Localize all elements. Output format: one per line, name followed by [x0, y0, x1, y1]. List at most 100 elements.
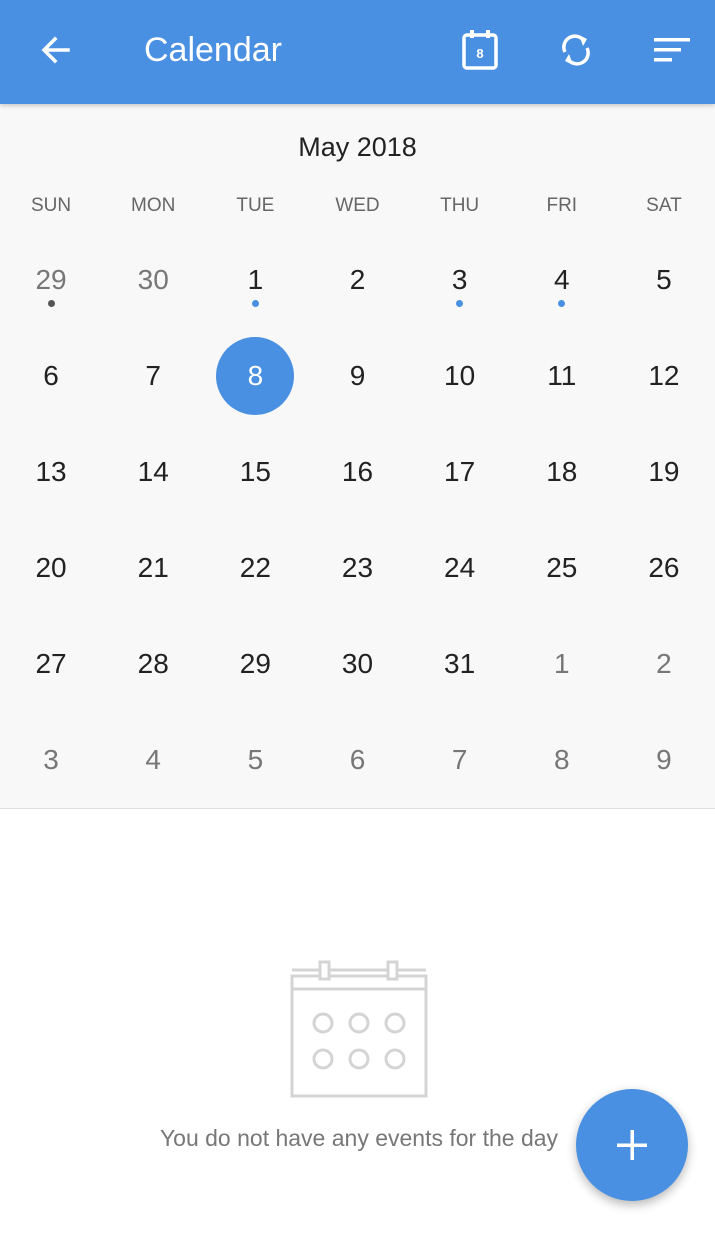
day-number: 29	[239, 648, 271, 679]
day-number: 3	[451, 264, 468, 295]
day-number: 8	[247, 360, 264, 391]
weekday-label: THU	[440, 195, 480, 216]
day-cell[interactable]: 1	[511, 616, 613, 712]
day-cell[interactable]: 29	[204, 616, 306, 712]
weekday-label: SAT	[646, 195, 682, 216]
day-number: 4	[145, 744, 161, 775]
day-number: 30	[341, 648, 374, 679]
weekday-header: SUN MON TUE WED THU FRI SAT	[0, 194, 715, 218]
day-number: 11	[547, 360, 577, 391]
event-indicator-dot	[47, 300, 55, 307]
day-number: 4	[553, 264, 570, 295]
day-cell[interactable]: 21	[102, 520, 204, 616]
day-cell[interactable]: 14	[102, 424, 204, 520]
day-number: 10	[444, 360, 476, 391]
plus-icon	[617, 1130, 647, 1160]
day-cell[interactable]: 11	[511, 328, 613, 424]
day-cell[interactable]: 12	[613, 328, 715, 424]
day-number: 21	[137, 552, 169, 583]
day-number: 26	[648, 552, 680, 583]
day-cell[interactable]: 27	[0, 616, 102, 712]
weekday-label: FRI	[546, 195, 578, 216]
add-event-button[interactable]	[576, 1089, 688, 1201]
day-number: 15	[239, 456, 271, 487]
back-button[interactable]	[28, 22, 84, 78]
selected-day-cell[interactable]: 8	[204, 328, 306, 424]
day-cell[interactable]: 4	[102, 712, 204, 808]
day-cell[interactable]: 6	[0, 328, 102, 424]
day-number: 25	[546, 552, 578, 583]
day-number: 6	[349, 744, 366, 775]
day-cell[interactable]: 26	[613, 520, 715, 616]
day-number: 5	[656, 264, 672, 295]
day-cell[interactable]: 9	[613, 712, 715, 808]
day-cell[interactable]: 7	[409, 712, 511, 808]
day-number: 7	[145, 360, 161, 391]
day-cell[interactable]: 4	[511, 232, 613, 328]
today-number: 8	[476, 46, 483, 61]
day-number: 12	[648, 360, 680, 391]
day-number: 14	[137, 456, 169, 487]
day-cell[interactable]: 15	[204, 424, 306, 520]
day-cell[interactable]: 18	[511, 424, 613, 520]
day-number: 9	[349, 360, 366, 391]
month-calendar: May 2018 SUN MON TUE WED THU FRI SAT 29 30 1 2 3 4 5…	[0, 104, 715, 809]
day-cell[interactable]: 5	[613, 232, 715, 328]
sync-icon	[562, 34, 590, 66]
day-number: 28	[137, 648, 169, 679]
day-cell[interactable]: 22	[204, 520, 306, 616]
day-number: 23	[341, 552, 374, 583]
weekday-label: MON	[131, 195, 176, 216]
page-title: Calendar	[144, 31, 282, 69]
event-indicator-dot	[456, 300, 464, 307]
day-cell[interactable]: 29	[0, 232, 102, 328]
day-cell[interactable]: 8	[511, 712, 613, 808]
event-indicator-dot	[558, 300, 566, 307]
day-number: 16	[341, 456, 374, 487]
day-cell[interactable]: 19	[613, 424, 715, 520]
day-cell[interactable]: 17	[409, 424, 511, 520]
arrow-left-icon	[41, 36, 70, 64]
event-indicator-dot	[251, 300, 259, 307]
day-number: 1	[247, 264, 264, 295]
day-cell[interactable]: 23	[306, 520, 408, 616]
app-bar: Calendar 8	[0, 0, 715, 104]
day-cell[interactable]: 30	[306, 616, 408, 712]
day-cell[interactable]: 9	[306, 328, 408, 424]
day-cell[interactable]: 30	[102, 232, 204, 328]
day-cell[interactable]: 31	[409, 616, 511, 712]
day-number: 7	[451, 744, 468, 775]
day-cell[interactable]: 13	[0, 424, 102, 520]
calendar-today-icon: 8	[462, 30, 498, 70]
day-number: 31	[444, 648, 476, 679]
day-cell[interactable]: 10	[409, 328, 511, 424]
month-label[interactable]: May 2018	[0, 130, 715, 164]
day-cell[interactable]: 28	[102, 616, 204, 712]
day-grid: 29 30 1 2 3 4 5 6 7 8 9 10 11 12 13 14 15 16 17 18 19 20 21 22 2…	[0, 232, 715, 808]
day-number: 19	[648, 456, 680, 487]
day-cell[interactable]: 20	[0, 520, 102, 616]
day-cell[interactable]: 2	[613, 616, 715, 712]
day-number: 20	[35, 552, 67, 583]
day-cell[interactable]: 3	[0, 712, 102, 808]
day-cell[interactable]: 3	[409, 232, 511, 328]
day-cell[interactable]: 16	[306, 424, 408, 520]
day-cell[interactable]: 24	[409, 520, 511, 616]
sync-button[interactable]	[548, 22, 604, 78]
day-number: 1	[553, 648, 570, 679]
day-cell[interactable]: 25	[511, 520, 613, 616]
day-number: 30	[137, 264, 169, 295]
day-cell[interactable]: 5	[204, 712, 306, 808]
sort-button[interactable]	[644, 22, 700, 78]
day-number: 24	[444, 552, 476, 583]
today-button[interactable]: 8	[452, 22, 508, 78]
day-number: 13	[35, 456, 67, 487]
day-cell[interactable]: 6	[306, 712, 408, 808]
day-number: 6	[43, 360, 59, 391]
day-number: 27	[35, 648, 67, 679]
day-number: 29	[35, 264, 67, 295]
day-cell[interactable]: 1	[204, 232, 306, 328]
day-cell[interactable]: 7	[102, 328, 204, 424]
day-cell[interactable]: 2	[306, 232, 408, 328]
sort-icon	[654, 38, 690, 62]
